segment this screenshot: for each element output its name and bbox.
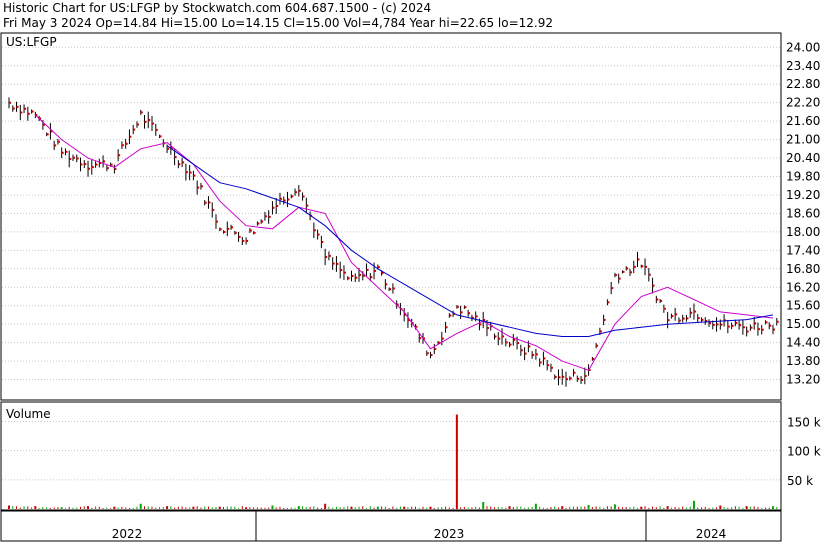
volume-grid <box>2 421 780 481</box>
volume-label: Volume <box>6 407 51 421</box>
price-tick-label: 16.80 <box>786 262 820 276</box>
price-tick-label: 23.40 <box>786 59 820 73</box>
price-tick-label: 13.20 <box>786 373 820 387</box>
volume-bars <box>8 414 778 509</box>
price-tick-label: 21.60 <box>786 114 820 128</box>
stock-chart: 24.00 23.40 22.80 22.20 21.60 21.00 20.40 19.80… <box>0 32 821 542</box>
price-tick-label: 19.80 <box>786 170 820 184</box>
volume-axis-ticks: 150 k 100 k 50 k <box>787 416 821 488</box>
moving-average-lines <box>34 114 774 371</box>
symbol-label: US:LFGP <box>6 35 57 49</box>
price-bars <box>8 97 779 387</box>
price-grid <box>2 46 780 381</box>
price-tick-label: 14.40 <box>786 336 820 350</box>
price-tick-label: 17.40 <box>786 243 820 257</box>
price-tick-label: 22.80 <box>786 77 820 91</box>
volume-panel-frame <box>0 401 782 511</box>
price-tick-label: 20.40 <box>786 151 820 165</box>
year-label: 2022 <box>112 527 143 541</box>
price-tick-label: 21.00 <box>786 133 820 147</box>
price-tick-label: 19.20 <box>786 188 820 202</box>
volume-tick-label: 50 k <box>787 474 813 488</box>
volume-tick-label: 150 k <box>787 416 821 430</box>
price-tick-label: 15.60 <box>786 299 820 313</box>
price-tick-label: 18.60 <box>786 206 820 220</box>
price-tick-label: 15.00 <box>786 317 820 331</box>
moving-average-long-line <box>166 145 774 337</box>
price-tick-label: 16.20 <box>786 280 820 294</box>
date-axis: 2022 2023 2024 <box>112 511 727 541</box>
price-tick-label: 13.80 <box>786 354 820 368</box>
moving-average-short-line <box>34 114 774 371</box>
price-tick-label: 18.00 <box>786 225 820 239</box>
price-tick-label: 22.20 <box>786 96 820 110</box>
volume-tick-label: 100 k <box>787 445 821 459</box>
year-label: 2023 <box>434 527 465 541</box>
year-label: 2024 <box>696 527 727 541</box>
price-tick-label: 24.00 <box>786 40 820 54</box>
price-axis-ticks: 24.00 23.40 22.80 22.20 21.60 21.00 20.40 19.80… <box>786 40 820 386</box>
price-panel-frame <box>0 32 782 401</box>
